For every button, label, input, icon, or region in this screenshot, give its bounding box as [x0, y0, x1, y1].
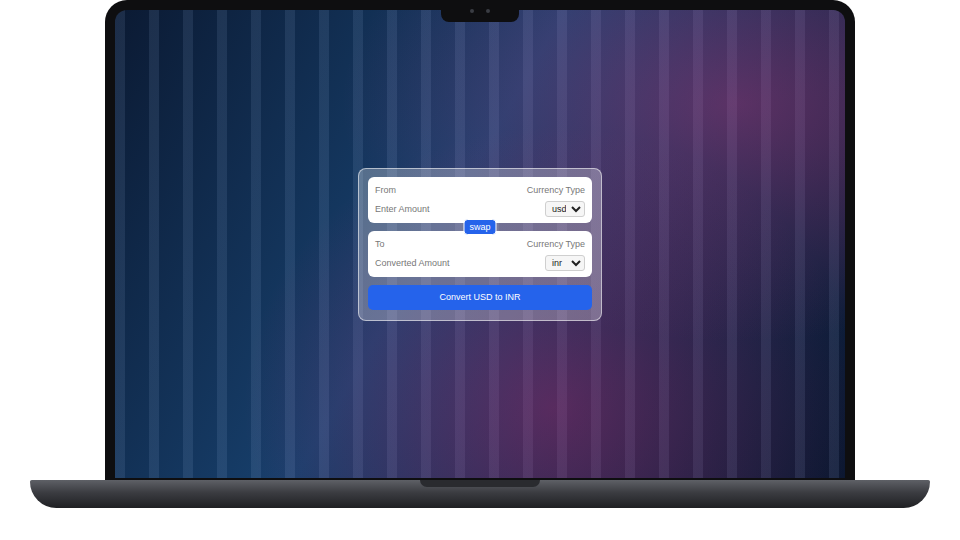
sensor-icon — [486, 9, 490, 13]
laptop: From Currency Type usd To Currency Type inr sw… — [30, 0, 930, 540]
to-box: To Currency Type inr — [368, 231, 592, 277]
box-labels: To Currency Type — [375, 239, 585, 249]
amount-input[interactable] — [375, 258, 539, 268]
laptop-base — [30, 480, 930, 508]
swap-button[interactable]: swap — [463, 219, 496, 235]
currency-select[interactable]: inr — [545, 255, 585, 271]
camera-icon — [470, 9, 474, 13]
box-label: To — [375, 239, 385, 249]
box-label: From — [375, 185, 396, 195]
converter-fields: From Currency Type usd To Currency Type inr sw… — [368, 177, 592, 277]
converter-card: From Currency Type usd To Currency Type inr sw… — [358, 168, 602, 321]
currency-label: Currency Type — [527, 239, 585, 249]
amount-input[interactable] — [375, 204, 539, 214]
page: From Currency Type usd To Currency Type inr sw… — [0, 0, 960, 540]
base-notch — [420, 480, 540, 487]
currency-select[interactable]: usd — [545, 201, 585, 217]
box-inputs: inr — [375, 255, 585, 271]
box-inputs: usd — [375, 201, 585, 217]
convert-button[interactable]: Convert USD to INR — [368, 285, 592, 310]
from-box: From Currency Type usd — [368, 177, 592, 223]
screen: From Currency Type usd To Currency Type inr sw… — [115, 10, 845, 478]
camera-notch — [441, 0, 519, 22]
currency-label: Currency Type — [527, 185, 585, 195]
box-labels: From Currency Type — [375, 185, 585, 195]
laptop-bezel: From Currency Type usd To Currency Type inr sw… — [105, 0, 855, 480]
